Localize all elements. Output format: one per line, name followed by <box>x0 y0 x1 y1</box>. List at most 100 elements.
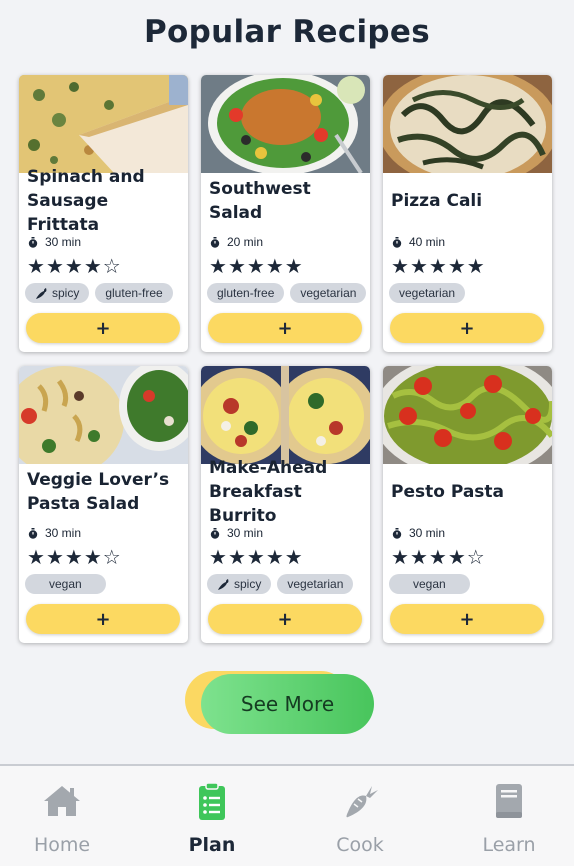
star-filled-icon: ★ <box>246 254 265 278</box>
add-recipe-button[interactable]: + <box>390 313 544 343</box>
recipe-time: 30 min <box>28 235 81 249</box>
tag-chip[interactable]: gluten-free <box>95 283 173 303</box>
chili-icon <box>218 578 229 590</box>
star-outline-icon: ☆ <box>102 254 121 278</box>
timer-icon <box>210 527 220 539</box>
recipe-time: 20 min <box>210 235 263 249</box>
tag-chip[interactable]: vegan <box>389 574 470 594</box>
recipe-time: 30 min <box>28 526 81 540</box>
recipe-title: Veggie Lover’s Pasta Salad <box>27 470 170 514</box>
nav-item-learn[interactable]: Learn <box>449 766 569 866</box>
star-filled-icon: ★ <box>83 545 102 569</box>
add-recipe-button[interactable]: + <box>26 604 180 634</box>
nav-label: Home <box>33 834 91 856</box>
rating-stars: ★ ★ ★ ★ ☆ <box>27 256 121 276</box>
recipe-time: 40 min <box>392 235 445 249</box>
tag-list: vegan <box>389 574 470 594</box>
add-recipe-button[interactable]: + <box>26 313 180 343</box>
recipe-title: Pesto Pasta <box>391 482 505 502</box>
recipe-photo <box>19 366 188 464</box>
recipe-photo <box>383 75 552 173</box>
star-filled-icon: ★ <box>409 545 428 569</box>
nav-item-home[interactable]: Home <box>2 766 122 866</box>
timer-icon <box>392 236 402 248</box>
tag-chip[interactable]: vegetarian <box>290 283 367 303</box>
timer-icon <box>210 236 220 248</box>
recipe-grid: Spinach and Sausage Frittata 30 min ★ ★ ★ ★… <box>19 75 555 643</box>
recipe-title: Southwest Salad <box>209 179 311 223</box>
recipe-photo <box>201 75 370 173</box>
recipe-title: Make-Ahead Breakfast Burrito <box>209 458 328 526</box>
recipe-time: 30 min <box>392 526 445 540</box>
tag-list: vegetarian <box>389 283 466 303</box>
recipe-time-label: 30 min <box>227 526 264 540</box>
tag-list: spicy gluten-free <box>25 283 173 303</box>
chili-icon <box>36 287 47 299</box>
star-filled-icon: ★ <box>246 545 265 569</box>
nav-item-plan[interactable]: Plan <box>152 766 272 866</box>
star-filled-icon: ★ <box>27 254 45 278</box>
recipe-title: Spinach and Sausage Frittata <box>27 167 145 235</box>
recipe-time-label: 30 min <box>409 526 446 540</box>
tag-chip[interactable]: vegetarian <box>389 283 466 303</box>
star-filled-icon: ★ <box>284 254 303 278</box>
star-filled-icon: ★ <box>447 254 466 278</box>
tag-chip[interactable]: vegan <box>25 574 106 594</box>
star-filled-icon: ★ <box>227 545 246 569</box>
star-outline-icon: ☆ <box>466 545 485 569</box>
recipe-card[interactable]: Veggie Lover’s Pasta Salad 30 min ★ ★ ★ ★ ☆ … <box>19 366 188 643</box>
recipe-photo <box>383 366 552 464</box>
star-filled-icon: ★ <box>27 545 45 569</box>
add-recipe-button[interactable]: + <box>208 604 362 634</box>
star-outline-icon: ☆ <box>102 545 121 569</box>
star-filled-icon: ★ <box>265 545 284 569</box>
rating-stars: ★ ★ ★ ★ ★ <box>391 256 485 276</box>
home-icon <box>44 786 80 816</box>
tag-chip[interactable]: gluten-free <box>207 283 285 303</box>
tag-chip[interactable]: vegetarian <box>277 574 354 594</box>
star-filled-icon: ★ <box>64 545 83 569</box>
timer-icon <box>28 527 38 539</box>
tag-chip[interactable]: spicy <box>25 283 90 303</box>
recipe-card[interactable]: Southwest Salad 20 min ★ ★ ★ ★ ★ gluten-free… <box>201 75 370 352</box>
rating-stars: ★ ★ ★ ★ ☆ <box>391 547 485 567</box>
recipe-time: 30 min <box>210 526 263 540</box>
nav-label: Learn <box>482 834 536 856</box>
clipboard-list-icon <box>199 782 225 820</box>
bottom-nav: Home Plan Cook Learn <box>0 764 574 866</box>
star-filled-icon: ★ <box>209 545 227 569</box>
star-filled-icon: ★ <box>409 254 428 278</box>
timer-icon <box>392 527 402 539</box>
recipe-time-label: 40 min <box>409 235 446 249</box>
nav-item-cook[interactable]: Cook <box>300 766 420 866</box>
recipe-photo <box>19 75 188 173</box>
recipe-card[interactable]: Make-Ahead Breakfast Burrito 30 min ★ ★ ★ ★… <box>201 366 370 643</box>
star-filled-icon: ★ <box>45 254 64 278</box>
recipe-card[interactable]: Pesto Pasta 30 min ★ ★ ★ ★ ☆ vegan + <box>383 366 552 643</box>
recipe-card[interactable]: Pizza Cali 40 min ★ ★ ★ ★ ★ vegetarian + <box>383 75 552 352</box>
nav-label: Plan <box>188 834 236 856</box>
star-filled-icon: ★ <box>391 545 409 569</box>
star-filled-icon: ★ <box>265 254 284 278</box>
rating-stars: ★ ★ ★ ★ ★ <box>209 547 303 567</box>
recipe-title: Pizza Cali <box>391 191 483 211</box>
star-filled-icon: ★ <box>45 545 64 569</box>
recipe-card[interactable]: Spinach and Sausage Frittata 30 min ★ ★ ★ ★… <box>19 75 188 352</box>
carrot-icon <box>346 786 378 818</box>
book-icon <box>496 784 522 818</box>
star-filled-icon: ★ <box>209 254 227 278</box>
see-more-button[interactable]: See More <box>201 674 374 734</box>
recipe-time-label: 30 min <box>45 526 82 540</box>
star-filled-icon: ★ <box>284 545 303 569</box>
star-filled-icon: ★ <box>227 254 246 278</box>
add-recipe-button[interactable]: + <box>208 313 362 343</box>
add-recipe-button[interactable]: + <box>390 604 544 634</box>
tag-chip[interactable]: spicy <box>207 574 272 594</box>
recipe-photo <box>201 366 370 464</box>
timer-icon <box>28 236 38 248</box>
page-title: Popular Recipes <box>144 14 430 50</box>
nav-label: Cook <box>336 834 384 856</box>
star-filled-icon: ★ <box>447 545 466 569</box>
star-filled-icon: ★ <box>466 254 485 278</box>
star-filled-icon: ★ <box>428 545 447 569</box>
